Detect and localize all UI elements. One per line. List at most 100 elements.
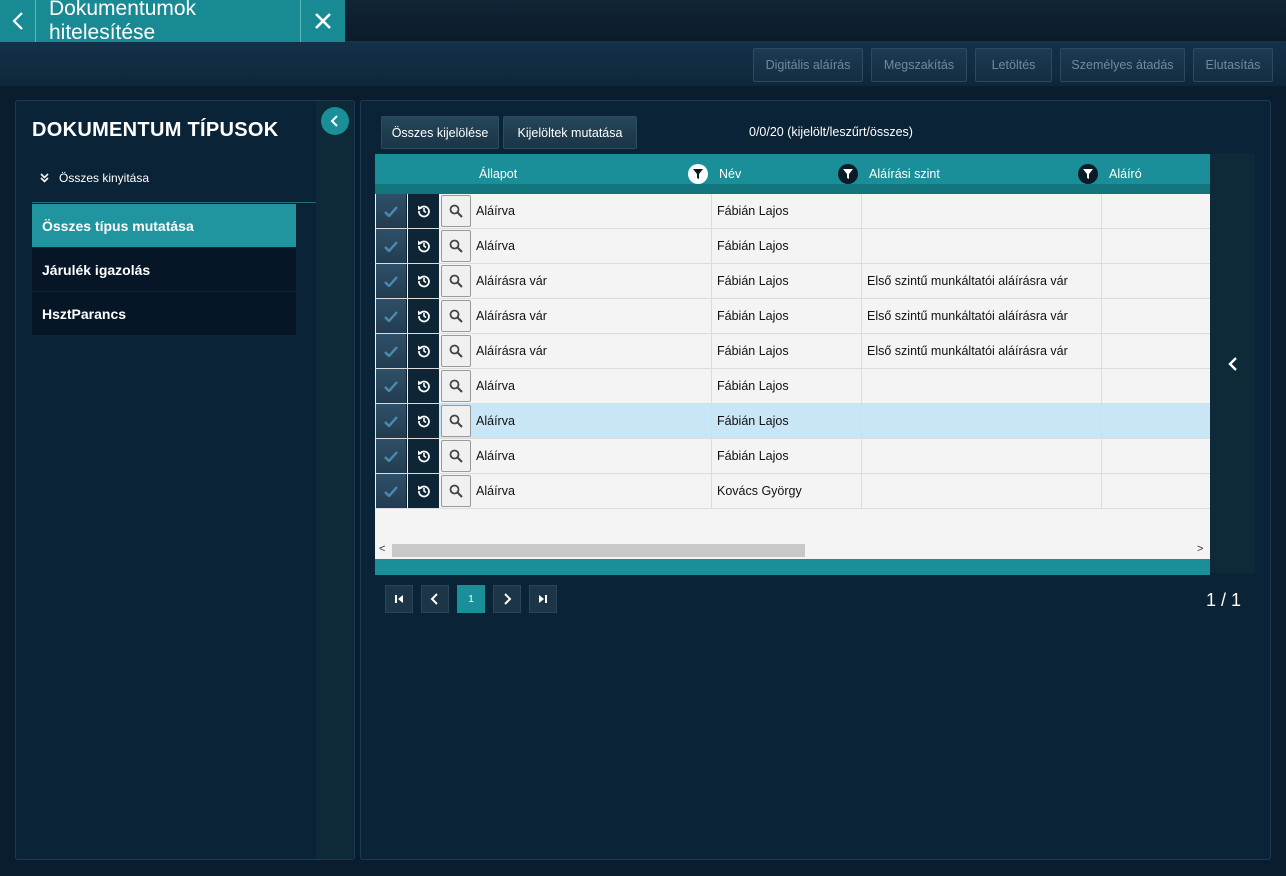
filter-icon[interactable]: [1078, 164, 1098, 184]
close-button[interactable]: [300, 0, 345, 42]
history-button[interactable]: [408, 369, 439, 403]
prev-page-button[interactable]: [421, 585, 449, 613]
type-item-all[interactable]: Összes típus mutatása: [32, 204, 296, 248]
history-button[interactable]: [408, 439, 439, 473]
download-button[interactable]: Letöltés: [975, 48, 1052, 82]
search-icon: [449, 274, 463, 288]
select-all-button[interactable]: Összes kijelölése: [381, 116, 499, 149]
sign-check-button[interactable]: [376, 264, 407, 298]
table-footer: [375, 559, 1210, 575]
table-body: Aláírva Fábián Lajos Aláírva Fábián Lajos Al…: [375, 194, 1210, 509]
cell-signature-level: [861, 474, 1101, 508]
history-button[interactable]: [408, 474, 439, 508]
preview-button[interactable]: [441, 300, 471, 332]
scroll-left-icon[interactable]: <: [379, 543, 385, 555]
cell-signer: [1101, 474, 1210, 508]
search-icon: [449, 449, 463, 463]
scroll-right-icon[interactable]: >: [1197, 543, 1203, 555]
table-row[interactable]: Aláírva Fábián Lajos: [375, 194, 1210, 229]
next-page-button[interactable]: [493, 585, 521, 613]
sign-check-button[interactable]: [376, 299, 407, 333]
cell-signature-level: Első szintű munkáltatói aláírásra vár: [861, 264, 1101, 298]
cell-signature-level: [861, 229, 1101, 263]
type-list: Összes típus mutatása Járulék igazolás H…: [32, 204, 296, 336]
history-icon: [417, 240, 430, 253]
type-item-hsztparancs[interactable]: HsztParancs: [32, 292, 296, 336]
collapse-panel-button[interactable]: [321, 107, 349, 135]
sign-check-button[interactable]: [376, 334, 407, 368]
abort-button[interactable]: Megszakítás: [871, 48, 967, 82]
preview-button[interactable]: [441, 265, 471, 297]
scrollbar-thumb[interactable]: [392, 544, 805, 557]
history-button[interactable]: [408, 194, 439, 228]
cell-name: Kovács György: [711, 474, 861, 508]
table-row[interactable]: Aláírásra vár Fábián Lajos Első szintű mun…: [375, 299, 1210, 334]
history-button[interactable]: [408, 229, 439, 263]
column-header-status[interactable]: Állapot: [479, 154, 517, 194]
preview-button[interactable]: [441, 405, 471, 437]
history-icon: [417, 310, 430, 323]
table-row[interactable]: Aláírva Fábián Lajos: [375, 369, 1210, 404]
digital-sign-button[interactable]: Digitális aláírás: [753, 48, 863, 82]
prev-page-icon: [430, 593, 438, 605]
search-icon: [449, 379, 463, 393]
page-title: Dokumentumok hitelesítése: [49, 0, 197, 44]
cell-signature-level: [861, 439, 1101, 473]
cell-signer: [1101, 194, 1210, 228]
history-button[interactable]: [408, 334, 439, 368]
check-icon: [384, 485, 398, 497]
show-selected-button[interactable]: Kijelöltek mutatása: [503, 116, 637, 149]
column-header-signature-level[interactable]: Aláírási szint: [869, 154, 940, 194]
personal-handover-button[interactable]: Személyes átadás: [1060, 48, 1185, 82]
divider: [32, 202, 316, 203]
chevron-left-icon: [11, 12, 23, 30]
preview-button[interactable]: [441, 440, 471, 472]
chevron-left-icon: [1227, 356, 1237, 371]
history-button[interactable]: [408, 264, 439, 298]
horizontal-scrollbar[interactable]: < >: [375, 541, 1210, 559]
preview-button[interactable]: [441, 230, 471, 262]
preview-button[interactable]: [441, 335, 471, 367]
preview-button[interactable]: [441, 475, 471, 507]
preview-button[interactable]: [441, 370, 471, 402]
type-item-label: Összes típus mutatása: [42, 217, 194, 234]
cell-signer: [1101, 439, 1210, 473]
table-header: Állapot Név Aláírási szint Aláíró: [375, 154, 1210, 194]
history-icon: [417, 345, 430, 358]
sign-check-button[interactable]: [376, 404, 407, 438]
last-page-icon: [539, 595, 547, 603]
cell-name: Fábián Lajos: [711, 369, 861, 403]
type-item-contribution-certificate[interactable]: Járulék igazolás: [32, 248, 296, 292]
check-icon: [384, 310, 398, 322]
column-header-signer[interactable]: Aláíró: [1109, 154, 1142, 194]
table-row[interactable]: Aláírva Fábián Lajos: [375, 439, 1210, 474]
cell-status: Aláírva: [476, 449, 515, 463]
filter-icon[interactable]: [688, 164, 708, 184]
first-page-button[interactable]: [385, 585, 413, 613]
expand-all-button[interactable]: Összes kinyitása: [40, 171, 149, 185]
last-page-button[interactable]: [529, 585, 557, 613]
table-row[interactable]: Aláírásra vár Fábián Lajos Első szintű mun…: [375, 334, 1210, 369]
sign-check-button[interactable]: [376, 474, 407, 508]
back-button[interactable]: [0, 0, 36, 42]
table-row[interactable]: Aláírva Fábián Lajos: [375, 404, 1210, 439]
reject-button[interactable]: Elutasítás: [1193, 48, 1273, 82]
sign-check-button[interactable]: [376, 369, 407, 403]
table-row[interactable]: Aláírva Kovács György: [375, 474, 1210, 509]
table-row[interactable]: Aláírva Fábián Lajos: [375, 229, 1210, 264]
page-button-current[interactable]: 1: [457, 585, 485, 613]
sign-check-button[interactable]: [376, 229, 407, 263]
window-title-tab: Dokumentumok hitelesítése: [0, 0, 345, 44]
column-header-name[interactable]: Név: [719, 154, 741, 194]
preview-button[interactable]: [441, 195, 471, 227]
history-button[interactable]: [408, 404, 439, 438]
table-row[interactable]: Aláírásra vár Fábián Lajos Első szintű mun…: [375, 264, 1210, 299]
panel-collapse-strip: [316, 101, 354, 859]
cell-signer: [1101, 404, 1210, 438]
sign-check-button[interactable]: [376, 194, 407, 228]
title-bar: Dokumentumok hitelesítése: [0, 0, 1286, 44]
filter-icon[interactable]: [838, 164, 858, 184]
details-expander[interactable]: [1210, 154, 1255, 573]
history-button[interactable]: [408, 299, 439, 333]
sign-check-button[interactable]: [376, 439, 407, 473]
